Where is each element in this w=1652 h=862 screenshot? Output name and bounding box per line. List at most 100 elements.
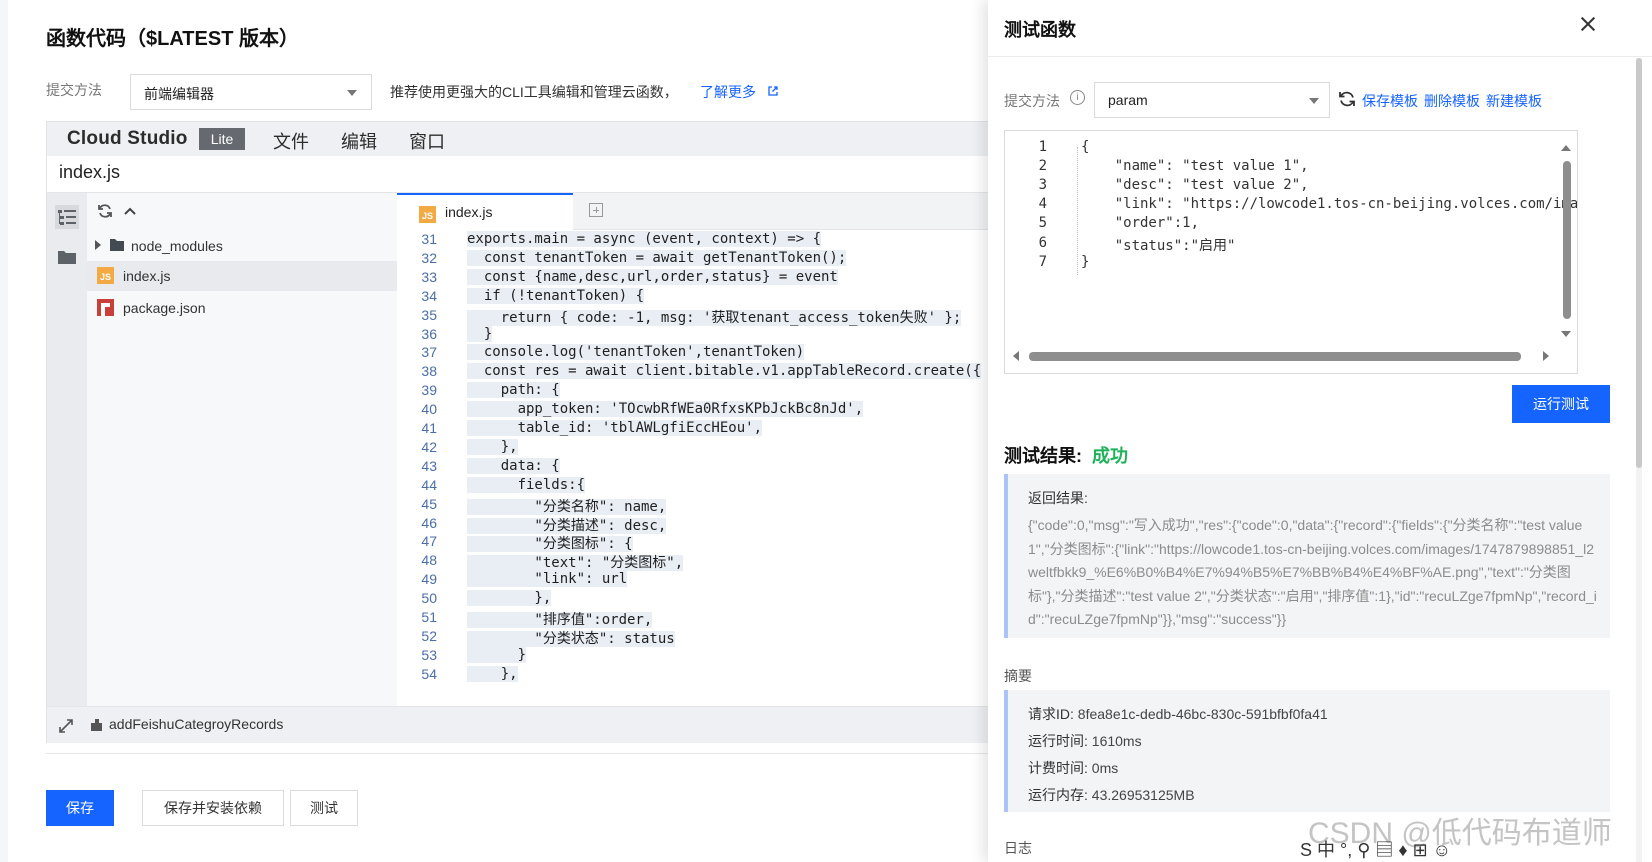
json-line-number: 6	[1038, 234, 1047, 251]
line-number: 47	[421, 533, 437, 550]
js-file-icon: JS	[97, 267, 114, 284]
json-line: "name": "test value 1",	[1081, 158, 1309, 175]
code-line: "分类状态": status	[467, 630, 675, 647]
json-param-editor[interactable]: 1 2 3 4 5 6 7 { "name": "test value 1", "desc":…	[1004, 130, 1578, 374]
chevron-down-icon	[347, 90, 357, 96]
tree-item-label: node_modules	[131, 238, 223, 254]
refresh-icon[interactable]	[97, 203, 113, 219]
save-button[interactable]: 保存	[46, 790, 114, 826]
info-icon[interactable]: i	[1070, 90, 1085, 105]
line-number: 51	[421, 609, 437, 625]
submit-method-select[interactable]: 前端编辑器	[130, 74, 372, 110]
line-number: 38	[421, 363, 437, 380]
code-line: if (!tenantToken) {	[467, 287, 645, 304]
save-install-button[interactable]: 保存并安装依赖	[142, 790, 284, 826]
tree-item-node-modules[interactable]: node_modules	[87, 231, 397, 261]
chevron-down-icon	[1309, 98, 1319, 104]
ide-file-path: index.js	[59, 162, 121, 182]
line-number: 42	[421, 438, 437, 455]
json-line-number: 5	[1038, 215, 1047, 232]
return-result-panel: 返回结果: {"code":0,"msg":"写入成功","res":{"cod…	[1004, 474, 1610, 638]
external-link-icon[interactable]	[768, 86, 778, 96]
delete-template-link[interactable]: 删除模板	[1424, 91, 1480, 111]
code-line: const res = await client.bitable.v1.appT…	[467, 363, 982, 380]
npm-package-icon	[97, 299, 114, 316]
menu-file[interactable]: 文件	[273, 128, 309, 154]
tree-item-package-json[interactable]: package.json	[87, 293, 397, 323]
scroll-left-icon[interactable]	[1013, 351, 1019, 361]
json-line: }	[1081, 253, 1090, 270]
chevron-right-icon	[95, 240, 101, 250]
code-line: "排序值":order,	[467, 612, 653, 628]
divider	[988, 56, 1652, 57]
code-line: const tenantToken = await getTenantToken…	[467, 249, 847, 266]
horizontal-scroll-thumb[interactable]	[1029, 352, 1521, 361]
save-template-link[interactable]: 保存模板	[1362, 91, 1418, 111]
tree-item-index-js[interactable]: JS index.js	[87, 261, 397, 291]
explorer-toolbar	[87, 193, 397, 227]
code-line: app_token: 'TOcwbRfWEa0RfxsKPbJckBc8nJd'…	[467, 401, 864, 418]
summary-memory: 运行内存: 43.26953125MB	[1028, 787, 1195, 803]
vertical-scroll-thumb[interactable]	[1563, 161, 1571, 319]
json-line: "desc": "test value 2",	[1081, 177, 1309, 194]
test-button[interactable]: 测试	[290, 790, 358, 826]
scroll-down-icon[interactable]	[1561, 331, 1571, 337]
return-result-title: 返回结果:	[1028, 490, 1088, 506]
summary-billing-time: 计费时间: 0ms	[1028, 760, 1119, 776]
left-gutter-strip	[0, 0, 8, 862]
json-line-number: 1	[1038, 139, 1047, 155]
ide-menubar: Cloud Studio Lite 文件 编辑 窗口	[47, 122, 989, 156]
code-line: },	[467, 590, 552, 607]
code-line: data: {	[467, 457, 560, 474]
run-test-button[interactable]: 运行测试	[1512, 385, 1610, 423]
lite-badge: Lite	[199, 128, 245, 150]
js-file-icon: JS	[419, 206, 436, 223]
code-line: "link": url	[467, 571, 628, 588]
menu-window[interactable]: 窗口	[409, 128, 445, 154]
editor-tabbar: JS index.js	[397, 193, 989, 230]
close-icon[interactable]	[1578, 14, 1598, 34]
drawer-title: 测试函数	[1004, 20, 1076, 40]
json-line: "link": "https://lowcode1.tos-cn-beijing…	[1081, 196, 1578, 213]
new-template-link[interactable]: 新建模板	[1486, 91, 1542, 111]
drawer-scroll-thumb[interactable]	[1636, 58, 1642, 468]
param-select[interactable]: param	[1094, 82, 1330, 118]
scroll-up-icon[interactable]	[1561, 145, 1571, 151]
line-number: 36	[421, 325, 437, 342]
code-line: "分类图标": {	[467, 536, 633, 553]
code-content[interactable]: exports.main = async (event, context) =>…	[467, 229, 989, 706]
test-function-drawer: 测试函数 提交方法 i param 保存模板 删除模板 新建模板 1 2 3 4 5 6 7…	[988, 0, 1652, 862]
log-label: 日志	[1004, 840, 1032, 856]
line-number: 50	[421, 590, 437, 607]
line-number: 49	[421, 571, 437, 588]
indent-guide	[1077, 147, 1079, 275]
code-editor[interactable]: JS index.js 31 32 33 34 35 36 37 38 39 40 41 42 43 44…	[397, 193, 989, 706]
tab-label: index.js	[445, 204, 493, 220]
divider	[46, 753, 990, 754]
folder-icon	[110, 239, 124, 251]
test-result-status: 成功	[1092, 446, 1128, 466]
scroll-right-icon[interactable]	[1543, 351, 1549, 361]
summary-label: 摘要	[1004, 668, 1032, 684]
learn-more-link[interactable]: 了解更多	[700, 82, 756, 102]
return-result-body: {"code":0,"msg":"写入成功","res":{"code":0,"…	[1028, 517, 1597, 628]
tab-index-js[interactable]: JS index.js	[397, 193, 573, 230]
cloud-studio-ide: Cloud Studio Lite 文件 编辑 窗口 index.js node…	[46, 121, 990, 743]
menu-edit[interactable]: 编辑	[341, 128, 377, 154]
json-line-number: 7	[1038, 253, 1047, 270]
refresh-icon[interactable]	[1338, 90, 1356, 108]
expand-icon[interactable]	[59, 719, 73, 733]
code-line: console.log('tenantToken',tenantToken)	[467, 344, 805, 361]
explorer-icon[interactable]	[55, 205, 79, 229]
activity-bar	[47, 193, 87, 706]
code-line: table_id: 'tblAWLgfiEccHEou',	[467, 420, 763, 436]
collapse-icon[interactable]	[123, 205, 137, 217]
folder-icon[interactable]	[57, 248, 77, 266]
ide-statusbar: addFeishuCategroyRecords	[47, 706, 989, 743]
code-line: },	[467, 665, 518, 682]
add-tab-icon[interactable]	[589, 203, 603, 217]
line-number: 54	[421, 665, 437, 682]
line-number: 39	[421, 382, 437, 399]
line-number: 44	[421, 476, 437, 493]
json-line: "status":"启用"	[1081, 237, 1236, 254]
